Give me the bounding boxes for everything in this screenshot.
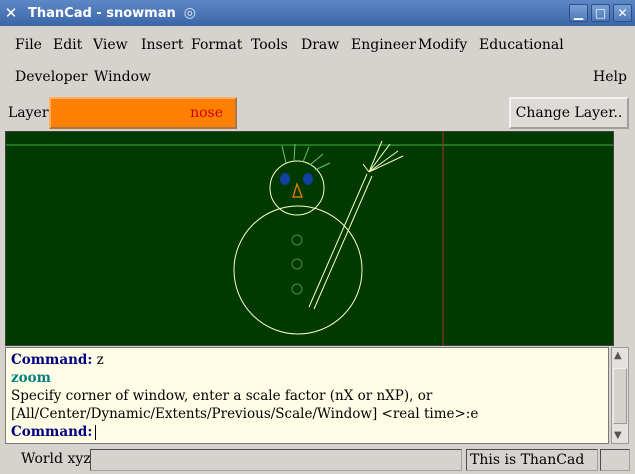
- status-message: This is ThanCad: [466, 449, 598, 471]
- title-bar[interactable]: ✕ ThanCad - snowman ◎ ▁ □ ✕: [0, 0, 635, 26]
- console-line-prompt: Specify corner of window, enter a scale …: [11, 388, 433, 404]
- snowman-button-3[interactable]: [291, 283, 303, 295]
- command-cursor[interactable]: [95, 425, 97, 440]
- menu-engineer[interactable]: Engineer: [351, 37, 416, 53]
- menu-help[interactable]: Help: [593, 69, 627, 85]
- minimize-button[interactable]: ▁: [569, 4, 588, 22]
- command-input-label: Command:: [11, 424, 93, 440]
- menu-developer[interactable]: Developer: [15, 69, 88, 85]
- canvas-scroll-area[interactable]: [614, 131, 630, 346]
- close-button[interactable]: ✕: [613, 4, 632, 22]
- menu-modify[interactable]: Modify: [418, 37, 467, 53]
- console-scroll-thumb[interactable]: [613, 368, 627, 424]
- menu-window[interactable]: Window: [94, 69, 151, 85]
- console-line-options: [All/Center/Dynamic/Extents/Previous/Sca…: [11, 406, 479, 422]
- shade-icon[interactable]: ◎: [184, 5, 196, 21]
- menu-educational[interactable]: Educational: [479, 37, 564, 53]
- command-entered: z: [92, 352, 104, 368]
- world-xyz-field: [90, 449, 462, 471]
- app-icon[interactable]: ✕: [0, 4, 22, 22]
- drawing-canvas[interactable]: [5, 131, 614, 346]
- snowman-nose[interactable]: [292, 182, 303, 198]
- current-layer-field[interactable]: nose: [49, 97, 237, 129]
- console-scrollbar[interactable]: ▲ ▼: [611, 347, 629, 444]
- menu-bar: File Edit View Insert Format Tools Draw …: [0, 28, 635, 94]
- menu-edit[interactable]: Edit: [53, 37, 82, 53]
- snowman-eye-left[interactable]: [280, 173, 290, 185]
- command-console[interactable]: Command: z zoom Specify corner of window…: [5, 347, 609, 444]
- scroll-down-icon[interactable]: ▼: [614, 430, 622, 441]
- layer-bar: Layer: nose Change Layer..: [0, 96, 635, 132]
- snowman-eye-right[interactable]: [303, 173, 313, 185]
- broom-bristles[interactable]: [362, 140, 404, 173]
- command-prompt-label: Command:: [11, 352, 93, 368]
- menu-draw[interactable]: Draw: [301, 37, 339, 53]
- snowman-button-1[interactable]: [291, 234, 303, 246]
- console-line-1: Command: z: [11, 351, 603, 369]
- snowman-button-2[interactable]: [291, 258, 303, 270]
- window-title: ThanCad - snowman: [28, 5, 176, 21]
- world-xyz-label: World xyz:: [21, 451, 96, 467]
- menu-view[interactable]: View: [93, 37, 128, 53]
- snowman-hair[interactable]: [281, 143, 331, 171]
- menu-tools[interactable]: Tools: [251, 37, 288, 53]
- menu-insert[interactable]: Insert: [141, 37, 183, 53]
- change-layer-button[interactable]: Change Layer..: [509, 97, 629, 129]
- menu-file[interactable]: File: [15, 37, 42, 53]
- maximize-button[interactable]: □: [591, 4, 610, 22]
- menu-format[interactable]: Format: [191, 37, 242, 53]
- status-bar: World xyz: This is ThanCad: [0, 446, 635, 474]
- broom-stick[interactable]: [308, 173, 373, 310]
- snowman-body[interactable]: [233, 205, 363, 335]
- canvas-svg[interactable]: [6, 132, 614, 346]
- layer-label: Layer:: [8, 105, 54, 121]
- console-line-input[interactable]: Command:: [11, 423, 603, 441]
- status-extra-field: [600, 449, 630, 471]
- console-line-zoom: zoom: [11, 370, 51, 386]
- scroll-up-icon[interactable]: ▲: [614, 350, 622, 361]
